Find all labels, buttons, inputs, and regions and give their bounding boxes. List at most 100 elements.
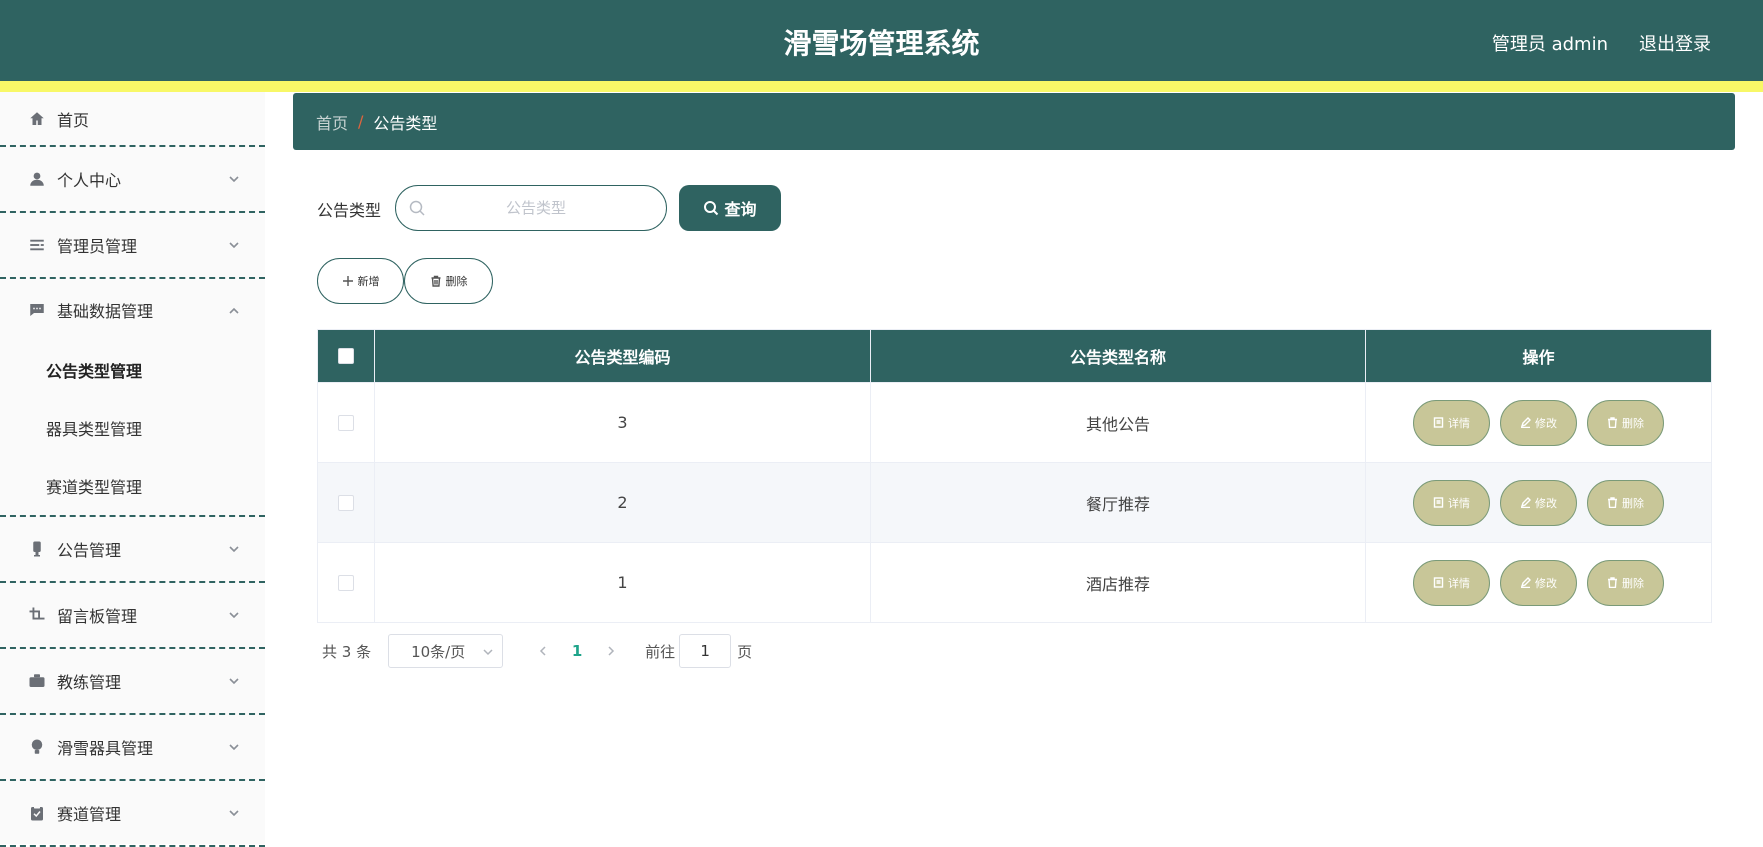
home-icon [28, 110, 46, 128]
sidebar-item-ski-equipment[interactable]: 滑雪器具管理 [0, 715, 265, 781]
delete-button-label: 删除 [445, 275, 468, 288]
edit-button[interactable]: 修改 [1500, 479, 1577, 526]
row-checkbox[interactable] [338, 414, 354, 431]
sidebar-subitem-equipment-type[interactable]: 器具类型管理 [0, 399, 265, 457]
breadcrumb-separator: / [358, 112, 364, 131]
cell-code: 2 [375, 463, 871, 542]
detail-button[interactable]: 详情 [1413, 399, 1490, 446]
pagination-total: 共 3 条 [322, 642, 372, 661]
pagination: 共 3 条 10条/页 1 前往 页 [322, 634, 752, 668]
breadcrumb: 首页 / 公告类型 [293, 93, 1735, 150]
row-checkbox[interactable] [338, 574, 354, 591]
chevron-up-icon [227, 303, 241, 317]
sidebar-item-coach-management[interactable]: 教练管理 [0, 649, 265, 715]
sidebar-item-label: 管理员管理 [57, 237, 138, 256]
page-number-current[interactable]: 1 [555, 642, 599, 660]
query-button-label: 查询 [724, 200, 757, 219]
pencil-icon [1520, 497, 1531, 508]
edit-button[interactable]: 修改 [1500, 559, 1577, 606]
table-row: 3 其他公告 详情 修改 删除 [318, 382, 1711, 462]
breadcrumb-current: 公告类型 [373, 113, 438, 133]
detail-button[interactable]: 详情 [1413, 559, 1490, 606]
trash-icon [1608, 577, 1617, 588]
table-row: 2 餐厅推荐 详情 修改 删除 [318, 462, 1711, 542]
sidebar-item-label: 个人中心 [57, 171, 122, 190]
sidebar-item-notice-management[interactable]: 公告管理 [0, 517, 265, 583]
row-checkbox[interactable] [338, 494, 354, 511]
page-size-value: 10条/页 [411, 642, 466, 661]
add-button-label: 新增 [357, 275, 380, 288]
add-button[interactable]: 新增 [317, 258, 404, 304]
batch-delete-button[interactable]: 删除 [404, 258, 493, 304]
row-delete-button[interactable]: 删除 [1587, 399, 1664, 446]
sidebar-item-label: 首页 [57, 110, 90, 130]
chat-icon [28, 301, 46, 319]
sidebar-item-label: 滑雪器具管理 [57, 739, 154, 758]
search-icon [408, 199, 426, 217]
cell-actions: 详情 修改 删除 [1366, 383, 1711, 462]
clipboard-icon [28, 804, 46, 822]
sidebar-item-label: 公告管理 [57, 541, 122, 560]
next-page-button[interactable] [599, 639, 623, 663]
column-header-actions: 操作 [1522, 348, 1555, 367]
sidebar-item-basic-data[interactable]: 基础数据管理 [0, 279, 265, 341]
logout-link[interactable]: 退出登录 [1639, 30, 1711, 56]
document-icon [1433, 577, 1444, 588]
search-field [395, 185, 667, 231]
search-input[interactable] [396, 186, 666, 230]
sidebar-subitem-track-type[interactable]: 赛道类型管理 [0, 457, 265, 515]
cell-name: 其他公告 [871, 383, 1366, 462]
user-icon [28, 170, 46, 188]
edit-button[interactable]: 修改 [1500, 399, 1577, 446]
select-all-checkbox[interactable] [338, 348, 354, 364]
row-checkbox-cell [318, 383, 375, 462]
pencil-icon [1520, 577, 1531, 588]
cell-actions: 详情 修改 删除 [1366, 463, 1711, 542]
sidebar-item-home[interactable]: 首页 [0, 92, 265, 147]
sidebar-item-message-board[interactable]: 留言板管理 [0, 583, 265, 649]
cell-name: 酒店推荐 [871, 543, 1366, 622]
sidebar-item-label: 教练管理 [57, 673, 122, 692]
search-icon [704, 201, 719, 216]
chevron-down-icon [227, 237, 241, 251]
trash-icon [431, 275, 440, 287]
prev-page-button[interactable] [531, 639, 555, 663]
sidebar-subitem-notice-type[interactable]: 公告类型管理 [0, 341, 265, 399]
detail-button[interactable]: 详情 [1413, 479, 1490, 526]
cell-actions: 详情 修改 删除 [1366, 543, 1711, 622]
cell-name: 餐厅推荐 [871, 463, 1366, 542]
row-delete-button[interactable]: 删除 [1587, 559, 1664, 606]
cell-code: 1 [375, 543, 871, 622]
header-accent-stripe [0, 81, 1763, 92]
sidebar-item-personal-center[interactable]: 个人中心 [0, 147, 265, 213]
column-header-code: 公告类型编码 [375, 330, 871, 382]
chevron-left-icon [540, 646, 546, 656]
cell-code: 3 [375, 383, 871, 462]
sidebar: 首页 个人中心 管理员管理 基础数据管理 公告类型管理 器具类型管理 赛道类型管… [0, 92, 265, 847]
query-button[interactable]: 查询 [679, 185, 781, 231]
edit-button-label: 修改 [1535, 496, 1557, 510]
sidebar-item-track-management[interactable]: 赛道管理 [0, 781, 265, 847]
sidebar-item-admin-management[interactable]: 管理员管理 [0, 213, 265, 279]
row-delete-button[interactable]: 删除 [1587, 479, 1664, 526]
crop-icon [28, 606, 46, 624]
list-icon [28, 236, 46, 254]
breadcrumb-home[interactable]: 首页 [316, 110, 348, 134]
page-size-select[interactable]: 10条/页 [388, 634, 504, 668]
table-header: 公告类型编码 公告类型名称 操作 [318, 330, 1711, 382]
briefcase-icon [28, 672, 46, 690]
current-user-label: 管理员 admin [1491, 34, 1608, 55]
sidebar-item-label: 留言板管理 [57, 607, 138, 626]
row-delete-button-label: 删除 [1622, 496, 1644, 510]
chevron-down-icon [227, 541, 241, 555]
chevron-down-icon [227, 805, 241, 819]
plus-icon [342, 276, 353, 286]
goto-page-input[interactable] [679, 634, 732, 668]
trash-icon [1608, 417, 1617, 428]
table-row: 1 酒店推荐 详情 修改 删除 [318, 542, 1711, 622]
search-label: 公告类型 [317, 201, 382, 220]
edit-button-label: 修改 [1535, 416, 1557, 430]
document-icon [1433, 417, 1444, 428]
chevron-down-icon [227, 607, 241, 621]
bulb-icon [28, 738, 46, 756]
